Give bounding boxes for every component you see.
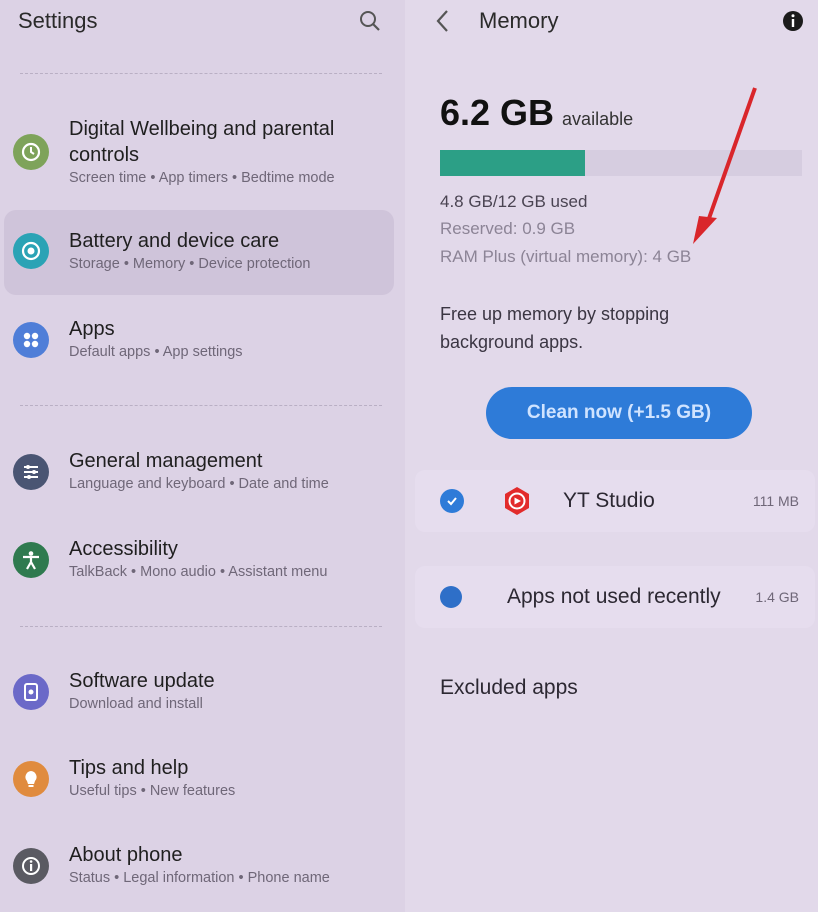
checkbox-checked-icon[interactable] xyxy=(440,489,464,513)
memory-used-text: 4.8 GB/12 GB used xyxy=(440,192,588,211)
device-care-icon xyxy=(13,233,49,269)
accessibility-icon xyxy=(13,542,49,578)
divider xyxy=(20,73,382,74)
memory-pane: Memory 6.2 GB available 4.8 GB/12 GB use… xyxy=(405,0,818,912)
app-name: YT Studio xyxy=(563,489,655,512)
menu-item-about-phone[interactable]: About phone Status • Legal information •… xyxy=(4,842,394,902)
menu-item-title-line2: controls xyxy=(69,144,140,166)
clean-now-button[interactable]: Clean now (+1.5 GB) xyxy=(486,387,752,439)
menu-item-subtitle: Screen time • App timers • Bedtime mode xyxy=(69,170,335,186)
menu-item-digital-wellbeing[interactable]: Digital Wellbeing and parental controls … xyxy=(4,116,394,196)
yt-studio-app-icon xyxy=(500,484,534,518)
app-row-yt-studio[interactable]: YT Studio 111 MB xyxy=(415,470,815,532)
settings-title: Settings xyxy=(18,8,98,33)
divider xyxy=(20,626,382,627)
memory-usage-fill xyxy=(440,150,585,176)
apps-icon xyxy=(13,322,49,358)
menu-item-subtitle: Useful tips • New features xyxy=(69,783,236,799)
lightbulb-icon xyxy=(13,761,49,797)
menu-item-title: Software update xyxy=(69,670,215,692)
menu-item-apps[interactable]: Apps Default apps • App settings xyxy=(4,316,394,376)
menu-item-title: Tips and help xyxy=(69,757,189,779)
menu-item-title: General management xyxy=(69,450,263,472)
memory-title: Memory xyxy=(479,8,559,33)
info-icon[interactable] xyxy=(782,10,804,32)
memory-header: Memory xyxy=(435,6,804,36)
menu-item-title: Digital Wellbeing and parental xyxy=(69,118,335,140)
search-icon[interactable] xyxy=(357,8,383,34)
settings-pane: Settings Digital Wellbeing and parental … xyxy=(0,0,405,912)
menu-item-subtitle: Storage • Memory • Device protection xyxy=(69,256,311,272)
memory-available: 6.2 GB available xyxy=(440,92,633,134)
memory-reserved-text: Reserved: 0.9 GB xyxy=(440,219,576,238)
ram-plus-text[interactable]: RAM Plus (virtual memory): 4 GB xyxy=(440,247,691,267)
menu-item-title: Apps xyxy=(69,318,115,340)
digital-wellbeing-icon xyxy=(13,134,49,170)
menu-item-title: Battery and device care xyxy=(69,230,280,252)
info-circle-icon xyxy=(13,848,49,884)
sliders-icon xyxy=(13,454,49,490)
menu-item-subtitle: Language and keyboard • Date and time xyxy=(69,476,329,492)
menu-item-subtitle: Status • Legal information • Phone name xyxy=(69,870,330,886)
menu-item-title: About phone xyxy=(69,844,183,866)
app-size: 111 MB xyxy=(752,493,799,509)
app-name: Apps not used recently xyxy=(507,585,721,608)
menu-item-software-update[interactable]: Software update Download and install xyxy=(4,668,394,728)
available-label: available xyxy=(562,109,634,129)
red-arrow-annotation xyxy=(693,87,757,244)
excluded-apps-link[interactable]: Excluded apps xyxy=(440,676,578,700)
menu-item-subtitle: Default apps • App settings xyxy=(69,344,243,360)
app-size: 1.4 GB xyxy=(755,589,799,605)
menu-item-accessibility[interactable]: Accessibility TalkBack • Mono audio • As… xyxy=(4,536,394,596)
back-arrow-icon[interactable] xyxy=(435,7,459,35)
settings-header: Settings xyxy=(18,6,383,36)
menu-item-battery-device-care[interactable]: Battery and device care Storage • Memory… xyxy=(4,210,394,295)
available-value: 6.2 GB xyxy=(440,92,555,133)
free-up-description: Free up memory by stopping background ap… xyxy=(440,304,670,352)
app-row-apps-not-used-recently[interactable]: Apps not used recently 1.4 GB xyxy=(415,566,815,628)
menu-item-subtitle: TalkBack • Mono audio • Assistant menu xyxy=(69,564,328,580)
menu-item-title: Accessibility xyxy=(69,538,178,560)
menu-item-general-management[interactable]: General management Language and keyboard… xyxy=(4,448,394,508)
checkbox-checked-icon[interactable] xyxy=(440,586,462,608)
divider xyxy=(20,405,382,406)
menu-item-tips-help[interactable]: Tips and help Useful tips • New features xyxy=(4,755,394,815)
software-update-icon xyxy=(13,674,49,710)
menu-item-subtitle: Download and install xyxy=(69,696,203,712)
